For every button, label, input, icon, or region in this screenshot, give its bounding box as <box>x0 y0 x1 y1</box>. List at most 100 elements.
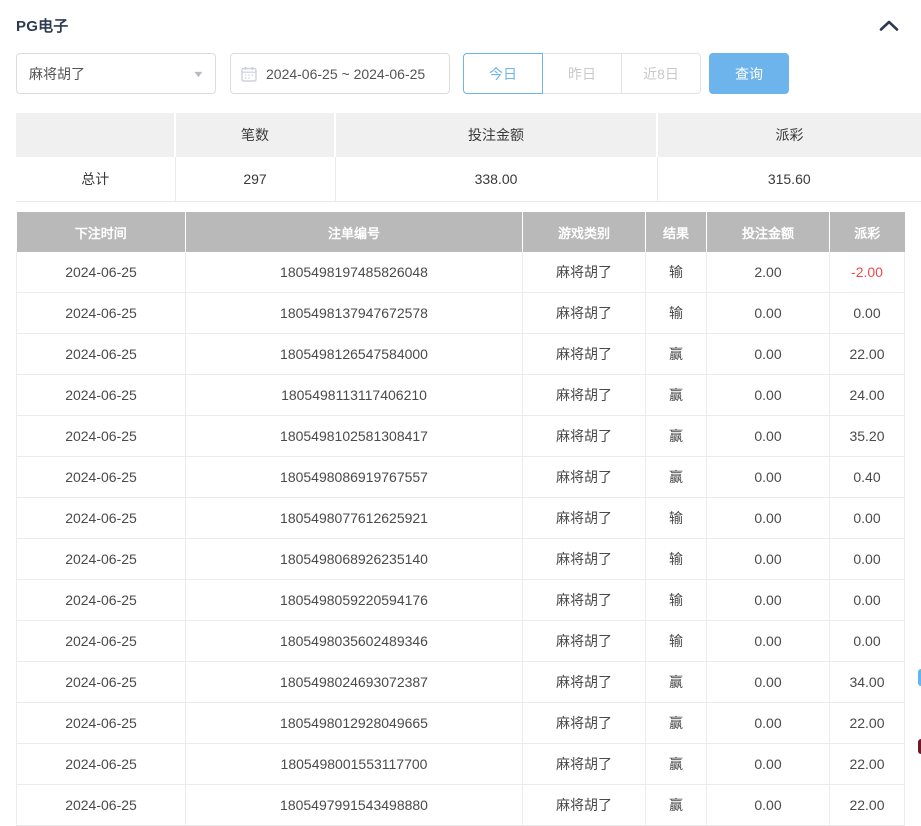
cell-game-type: 麻将胡了 <box>523 293 646 334</box>
cell-bet-time: 2024-06-25 <box>17 334 186 375</box>
cell-bet-time: 2024-06-25 <box>17 498 186 539</box>
cell-payout: 0.00 <box>830 539 905 580</box>
cell-result: 赢 <box>646 703 707 744</box>
cell-bet-time: 2024-06-25 <box>17 744 186 785</box>
page-title: PG电子 <box>16 15 68 36</box>
cell-payout: 0.40 <box>830 457 905 498</box>
cell-bet-id: 1805498035602489346 <box>186 621 523 662</box>
cell-bet-amount: 0.00 <box>707 580 830 621</box>
cell-game-type: 麻将胡了 <box>523 416 646 457</box>
cell-bet-time: 2024-06-25 <box>17 703 186 744</box>
cell-payout: 35.20 <box>830 416 905 457</box>
summary-total-payout: 315.60 <box>657 157 921 202</box>
cell-bet-amount: 0.00 <box>707 334 830 375</box>
cell-bet-amount: 0.00 <box>707 498 830 539</box>
cell-result: 赢 <box>646 662 707 703</box>
cell-result: 输 <box>646 539 707 580</box>
cell-bet-amount: 0.00 <box>707 662 830 703</box>
cell-bet-time: 2024-06-25 <box>17 580 186 621</box>
cell-payout: 22.00 <box>830 334 905 375</box>
table-row: 2024-06-251805498024693072387麻将胡了赢0.0034… <box>17 662 905 703</box>
table-row: 2024-06-251805498012928049665麻将胡了赢0.0022… <box>17 703 905 744</box>
cell-bet-id: 1805498068926235140 <box>186 539 523 580</box>
cell-result: 赢 <box>646 744 707 785</box>
cell-bet-time: 2024-06-25 <box>17 457 186 498</box>
cell-payout: 22.00 <box>830 785 905 826</box>
cell-bet-id: 1805498059220594176 <box>186 580 523 621</box>
cell-bet-id: 1805498077612625921 <box>186 498 523 539</box>
cell-result: 赢 <box>646 334 707 375</box>
table-row: 2024-06-251805498077612625921麻将胡了输0.000.… <box>17 498 905 539</box>
last-8-days-button[interactable]: 近8日 <box>621 53 701 94</box>
cell-bet-amount: 0.00 <box>707 744 830 785</box>
header-bet-time: 下注时间 <box>17 212 186 252</box>
cell-bet-amount: 0.00 <box>707 375 830 416</box>
cell-bet-amount: 2.00 <box>707 252 830 293</box>
cell-bet-time: 2024-06-25 <box>17 293 186 334</box>
cell-bet-id: 1805498086919767557 <box>186 457 523 498</box>
cell-result: 输 <box>646 580 707 621</box>
cell-payout: 0.00 <box>830 293 905 334</box>
cell-game-type: 麻将胡了 <box>523 457 646 498</box>
date-range-input[interactable]: 2024-06-25 ~ 2024-06-25 <box>230 53 450 94</box>
cell-result: 赢 <box>646 785 707 826</box>
table-row: 2024-06-251805498059220594176麻将胡了输0.000.… <box>17 580 905 621</box>
cell-payout: 24.00 <box>830 375 905 416</box>
date-range-value: 2024-06-25 ~ 2024-06-25 <box>266 66 425 82</box>
header-game-type: 游戏类别 <box>523 212 646 252</box>
cell-result: 赢 <box>646 375 707 416</box>
cell-bet-time: 2024-06-25 <box>17 539 186 580</box>
cell-bet-time: 2024-06-25 <box>17 621 186 662</box>
game-select-value: 麻将胡了 <box>29 64 85 84</box>
today-button[interactable]: 今日 <box>463 53 543 94</box>
table-row: 2024-06-251805498102581308417麻将胡了赢0.0035… <box>17 416 905 457</box>
cell-result: 输 <box>646 498 707 539</box>
header-bet-id: 注单编号 <box>186 212 523 252</box>
search-button[interactable]: 查询 <box>709 53 789 94</box>
cell-bet-amount: 0.00 <box>707 293 830 334</box>
table-row: 2024-06-251805497991543498880麻将胡了赢0.0022… <box>17 785 905 826</box>
table-row: 2024-06-251805498137947672578麻将胡了输0.000.… <box>17 293 905 334</box>
cell-payout: 0.00 <box>830 580 905 621</box>
cell-bet-id: 1805498197485826048 <box>186 252 523 293</box>
cell-bet-id: 1805498126547584000 <box>186 334 523 375</box>
cell-bet-time: 2024-06-25 <box>17 785 186 826</box>
header-bet-amount: 投注金额 <box>707 212 830 252</box>
cell-result: 输 <box>646 252 707 293</box>
summary-total-count: 297 <box>175 157 335 202</box>
cell-payout: 0.00 <box>830 621 905 662</box>
summary-header-payout: 派彩 <box>657 113 921 157</box>
cell-game-type: 麻将胡了 <box>523 621 646 662</box>
calendar-icon <box>241 66 257 82</box>
table-row: 2024-06-251805498001553117700麻将胡了赢0.0022… <box>17 744 905 785</box>
bet-table-header-row: 下注时间 注单编号 游戏类别 结果 投注金额 派彩 <box>17 212 905 252</box>
cell-bet-amount: 0.00 <box>707 621 830 662</box>
bet-table: 下注时间 注单编号 游戏类别 结果 投注金额 派彩 2024-06-251805… <box>16 212 905 826</box>
header-result: 结果 <box>646 212 707 252</box>
cell-bet-id: 1805498024693072387 <box>186 662 523 703</box>
cell-bet-amount: 0.00 <box>707 539 830 580</box>
summary-header-bet-amount: 投注金额 <box>335 113 657 157</box>
cell-game-type: 麻将胡了 <box>523 498 646 539</box>
cell-bet-time: 2024-06-25 <box>17 252 186 293</box>
panel-header: PG电子 <box>16 15 905 35</box>
cell-payout: 34.00 <box>830 662 905 703</box>
table-row: 2024-06-251805498068926235140麻将胡了输0.000.… <box>17 539 905 580</box>
chevron-up-icon <box>879 19 899 32</box>
cell-game-type: 麻将胡了 <box>523 744 646 785</box>
cell-result: 赢 <box>646 416 707 457</box>
summary-total-bet-amount: 338.00 <box>335 157 657 202</box>
summary-header-row: 笔数 投注金额 派彩 <box>16 113 921 157</box>
yesterday-button[interactable]: 昨日 <box>542 53 622 94</box>
cell-payout: 0.00 <box>830 498 905 539</box>
summary-total-row: 总计 297 338.00 315.60 <box>16 157 921 202</box>
cell-bet-amount: 0.00 <box>707 457 830 498</box>
collapse-button[interactable] <box>879 19 899 32</box>
bet-table-body: 2024-06-251805498197485826048麻将胡了输2.00-2… <box>17 252 905 826</box>
table-row: 2024-06-251805498035602489346麻将胡了输0.000.… <box>17 621 905 662</box>
cell-bet-id: 1805498102581308417 <box>186 416 523 457</box>
filter-toolbar: 麻将胡了 ▼ 2024-06-25 ~ 2024-06-25 今日 昨日 近8日… <box>16 53 905 94</box>
cell-game-type: 麻将胡了 <box>523 252 646 293</box>
game-select[interactable]: 麻将胡了 ▼ <box>16 53 216 94</box>
chevron-down-icon: ▼ <box>192 69 205 79</box>
